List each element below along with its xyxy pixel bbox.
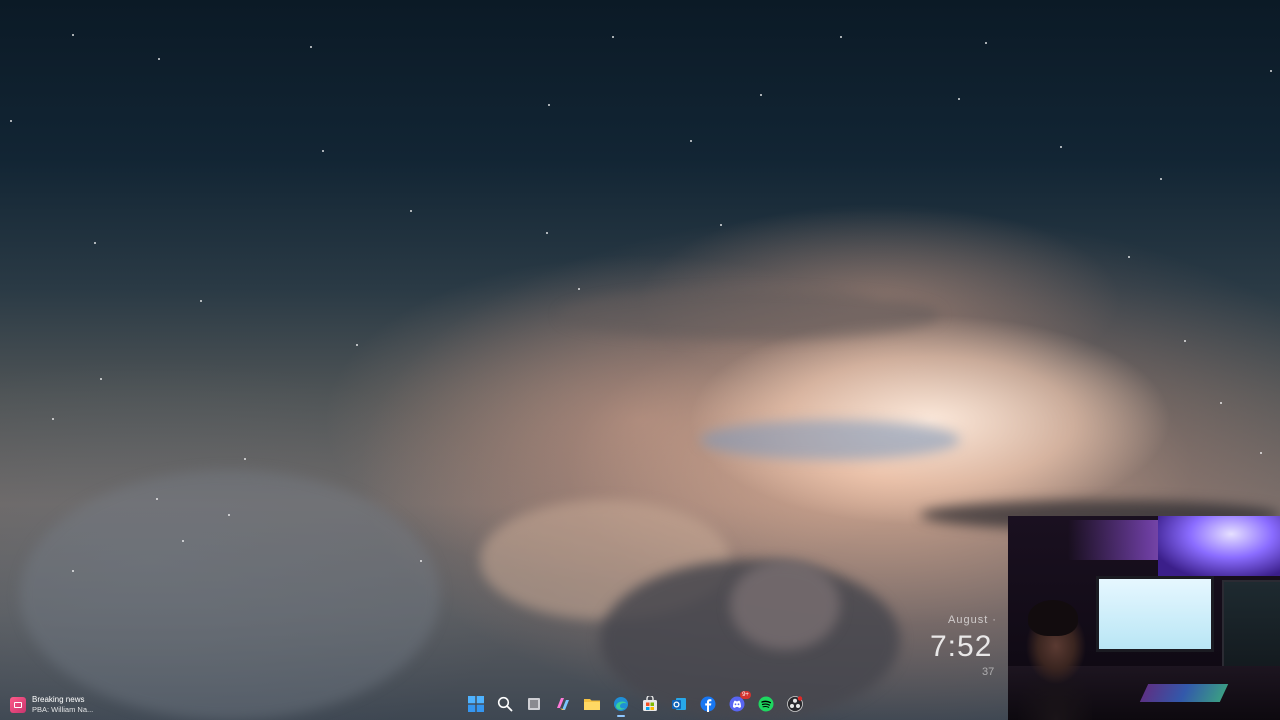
- star: [156, 498, 158, 500]
- microsoft-store-button[interactable]: [640, 694, 660, 714]
- star: [158, 58, 160, 60]
- star: [985, 42, 987, 44]
- obs-icon: [787, 696, 803, 712]
- news-subtitle: PBA: William Na...: [32, 705, 94, 714]
- star: [720, 224, 722, 226]
- star: [690, 140, 692, 142]
- clock-time: 7:52: [930, 630, 993, 663]
- facebook-icon: [700, 696, 716, 712]
- star: [1160, 178, 1162, 180]
- edge-browser-icon: [614, 697, 628, 711]
- star: [840, 36, 842, 38]
- cloud: [560, 290, 940, 340]
- star: [548, 104, 550, 106]
- star: [182, 540, 184, 542]
- obs-button[interactable]: [785, 694, 805, 714]
- star: [1128, 256, 1130, 258]
- star: [94, 242, 96, 244]
- star: [612, 36, 614, 38]
- star: [228, 514, 230, 516]
- file-explorer-button[interactable]: [582, 694, 602, 714]
- star: [322, 150, 324, 152]
- file-explorer-icon: [584, 699, 600, 710]
- star: [100, 378, 102, 380]
- star: [72, 570, 74, 572]
- start-icon: [468, 696, 484, 712]
- copilot-button[interactable]: [553, 694, 573, 714]
- star: [310, 46, 312, 48]
- star: [10, 120, 12, 122]
- taskbar: Breaking news PBA: William Na... 9+: [0, 688, 1280, 720]
- cloud: [20, 470, 440, 720]
- outlook-button[interactable]: [669, 694, 689, 714]
- webcam-person-hair: [1028, 600, 1078, 636]
- search-button[interactable]: [495, 694, 515, 714]
- outlook-icon: [672, 698, 686, 710]
- star: [200, 300, 202, 302]
- webcam-window-light: [1158, 516, 1280, 576]
- start-button[interactable]: [466, 694, 486, 714]
- star: [760, 94, 762, 96]
- star: [1270, 70, 1272, 72]
- star: [1220, 402, 1222, 404]
- cloud: [700, 420, 960, 460]
- taskbar-apps: 9+: [466, 691, 805, 717]
- star: [52, 418, 54, 420]
- star: [72, 34, 74, 36]
- microsoft-store-icon: [643, 696, 657, 711]
- spotify-button[interactable]: [756, 694, 776, 714]
- star: [410, 210, 412, 212]
- star: [578, 288, 580, 290]
- task-view-button[interactable]: [524, 694, 544, 714]
- webcam-monitor: [1096, 576, 1214, 652]
- star: [1184, 340, 1186, 342]
- discord-notification-badge: 9+: [740, 691, 751, 699]
- news-icon: [10, 697, 26, 713]
- edge-browser-button[interactable]: [611, 694, 631, 717]
- star: [958, 98, 960, 100]
- search-icon: [497, 696, 513, 712]
- cloud: [730, 560, 840, 650]
- news-title: Breaking news: [32, 695, 85, 704]
- copilot-icon: [557, 698, 569, 710]
- star: [1260, 452, 1262, 454]
- task-view-icon: [528, 698, 540, 710]
- clock-subtext: 37: [982, 666, 995, 678]
- star: [1060, 146, 1062, 148]
- news-widget[interactable]: Breaking news PBA: William Na...: [10, 692, 93, 718]
- spotify-icon: [758, 696, 774, 712]
- discord-button[interactable]: 9+: [727, 691, 751, 714]
- clock-widget: August · 7:52 37: [928, 612, 1018, 692]
- facebook-button[interactable]: [698, 694, 718, 714]
- star: [356, 344, 358, 346]
- star: [244, 458, 246, 460]
- star: [420, 560, 422, 562]
- clock-date: August ·: [948, 614, 997, 626]
- star: [546, 232, 548, 234]
